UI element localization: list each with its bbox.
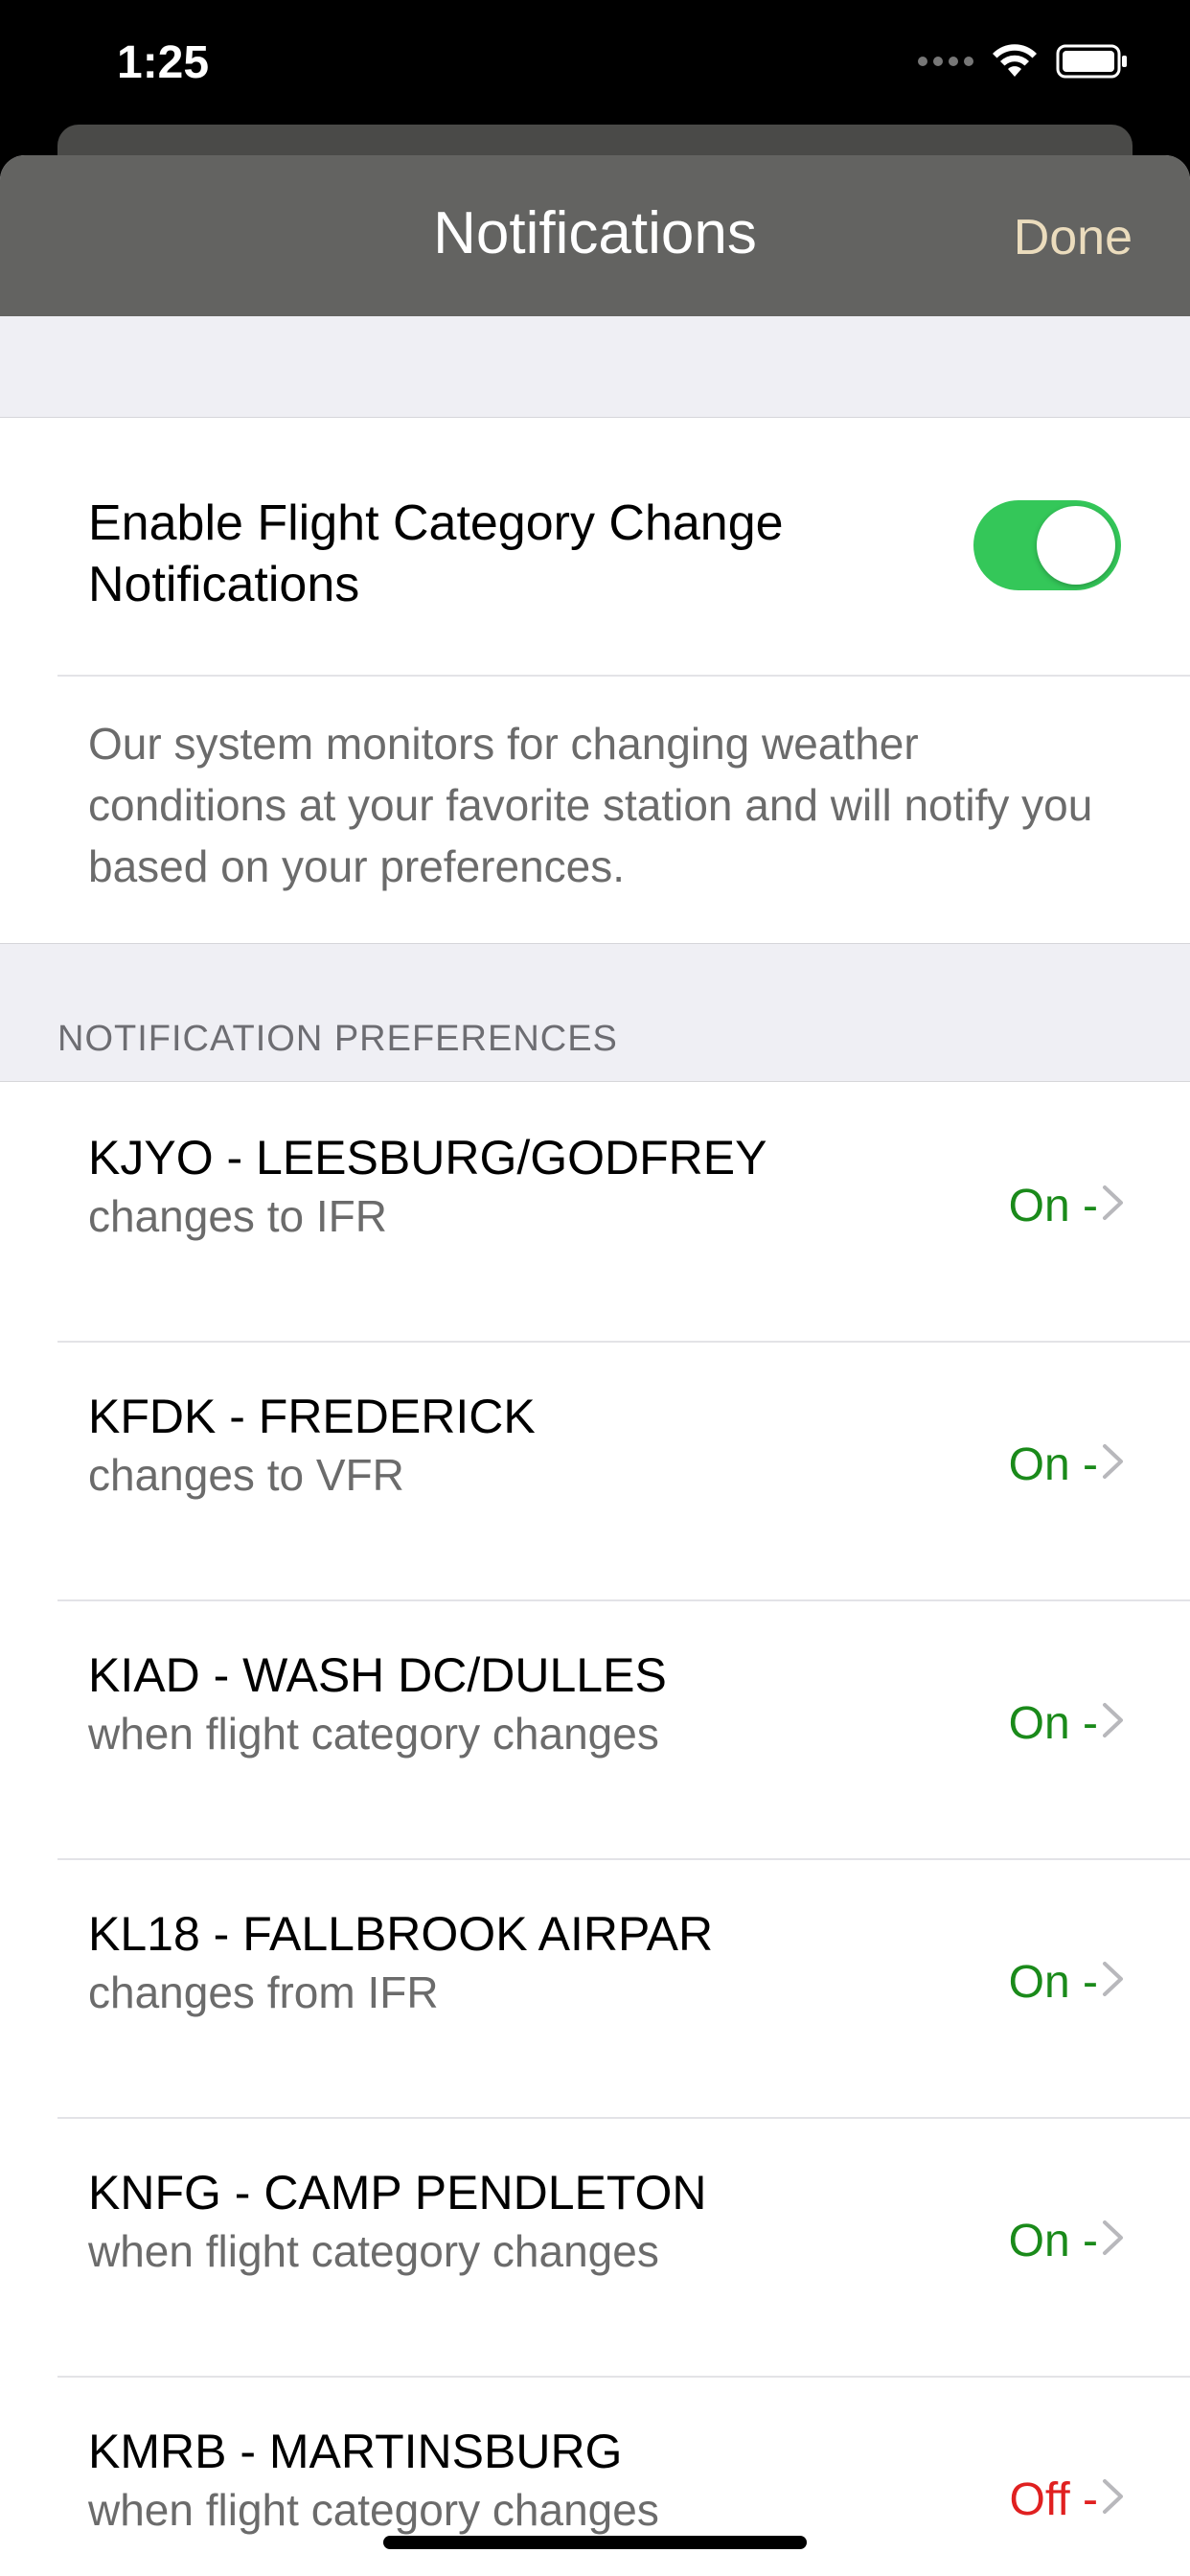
preference-status: Off - — [1009, 2474, 1098, 2525]
preference-status: On - — [1008, 1181, 1098, 1231]
description-text: Our system monitors for changing weather… — [0, 677, 1190, 944]
notifications-sheet: Notifications Done Enable Flight Categor… — [0, 155, 1190, 2576]
chevron-right-icon — [1103, 1703, 1123, 1737]
preference-detail: when flight category changes — [88, 2226, 659, 2276]
toggle-card: Enable Flight Category Change Notificati… — [0, 418, 1190, 944]
preference-detail: when flight category changes — [88, 2485, 659, 2535]
navigation-bar: Notifications Done — [0, 155, 1190, 316]
chevron-right-icon — [1103, 1185, 1123, 1220]
wifi-icon — [991, 44, 1039, 79]
section-header: NOTIFICATION PREFERENCES — [57, 1019, 618, 1059]
switch-knob — [1037, 506, 1115, 585]
station-name: KIAD - WASH DC/DULLES — [88, 1648, 667, 1702]
preference-row[interactable]: KIAD - WASH DC/DULLES when flight catego… — [0, 1599, 1190, 1858]
preference-status: On - — [1008, 1957, 1098, 2008]
home-indicator[interactable] — [383, 2536, 807, 2549]
page-title: Notifications — [433, 200, 757, 266]
status-time: 1:25 — [117, 37, 210, 88]
section-spacer — [0, 316, 1190, 418]
preference-detail: when flight category changes — [88, 1709, 659, 1759]
station-name: KL18 - FALLBROOK AIRPAR — [88, 1907, 714, 1961]
enable-notifications-row: Enable Flight Category Change Notificati… — [0, 418, 1190, 675]
preference-detail: changes to IFR — [88, 1191, 387, 1241]
preference-row[interactable]: KL18 - FALLBROOK AIRPAR changes from IFR… — [0, 1858, 1190, 2117]
preference-detail: changes to VFR — [88, 1450, 404, 1500]
station-name: KFDK - FREDERICK — [88, 1390, 536, 1443]
station-name: KMRB - MARTINSBURG — [88, 2425, 623, 2478]
preference-status: On - — [1008, 1439, 1098, 1490]
status-icons — [918, 44, 1129, 79]
chevron-right-icon — [1103, 1444, 1123, 1479]
status-bar: 1:25 — [0, 0, 1190, 134]
preference-detail: changes from IFR — [88, 1967, 439, 2017]
enable-notifications-label: Enable Flight Category Change Notificati… — [88, 495, 784, 612]
enable-notifications-switch[interactable] — [973, 500, 1121, 590]
battery-icon — [1056, 44, 1129, 79]
chevron-right-icon — [1103, 2220, 1123, 2255]
chevron-right-icon — [1103, 2479, 1123, 2514]
section-header-container: NOTIFICATION PREFERENCES — [0, 944, 1190, 1082]
preferences-list: KJYO - LEESBURG/GODFREY changes to IFR O… — [0, 1082, 1190, 2576]
preference-row[interactable]: KFDK - FREDERICK changes to VFR On - — [0, 1341, 1190, 1599]
chevron-right-icon — [1103, 1962, 1123, 1996]
station-name: KNFG - CAMP PENDLETON — [88, 2166, 707, 2220]
station-name: KJYO - LEESBURG/GODFREY — [88, 1131, 767, 1184]
signal-icon — [918, 57, 973, 66]
done-button[interactable]: Done — [1014, 209, 1133, 266]
preference-status: On - — [1008, 1698, 1098, 1749]
preference-row[interactable]: KJYO - LEESBURG/GODFREY changes to IFR O… — [0, 1082, 1190, 1341]
preference-row[interactable]: KNFG - CAMP PENDLETON when flight catego… — [0, 2117, 1190, 2376]
preference-status: On - — [1008, 2216, 1098, 2266]
